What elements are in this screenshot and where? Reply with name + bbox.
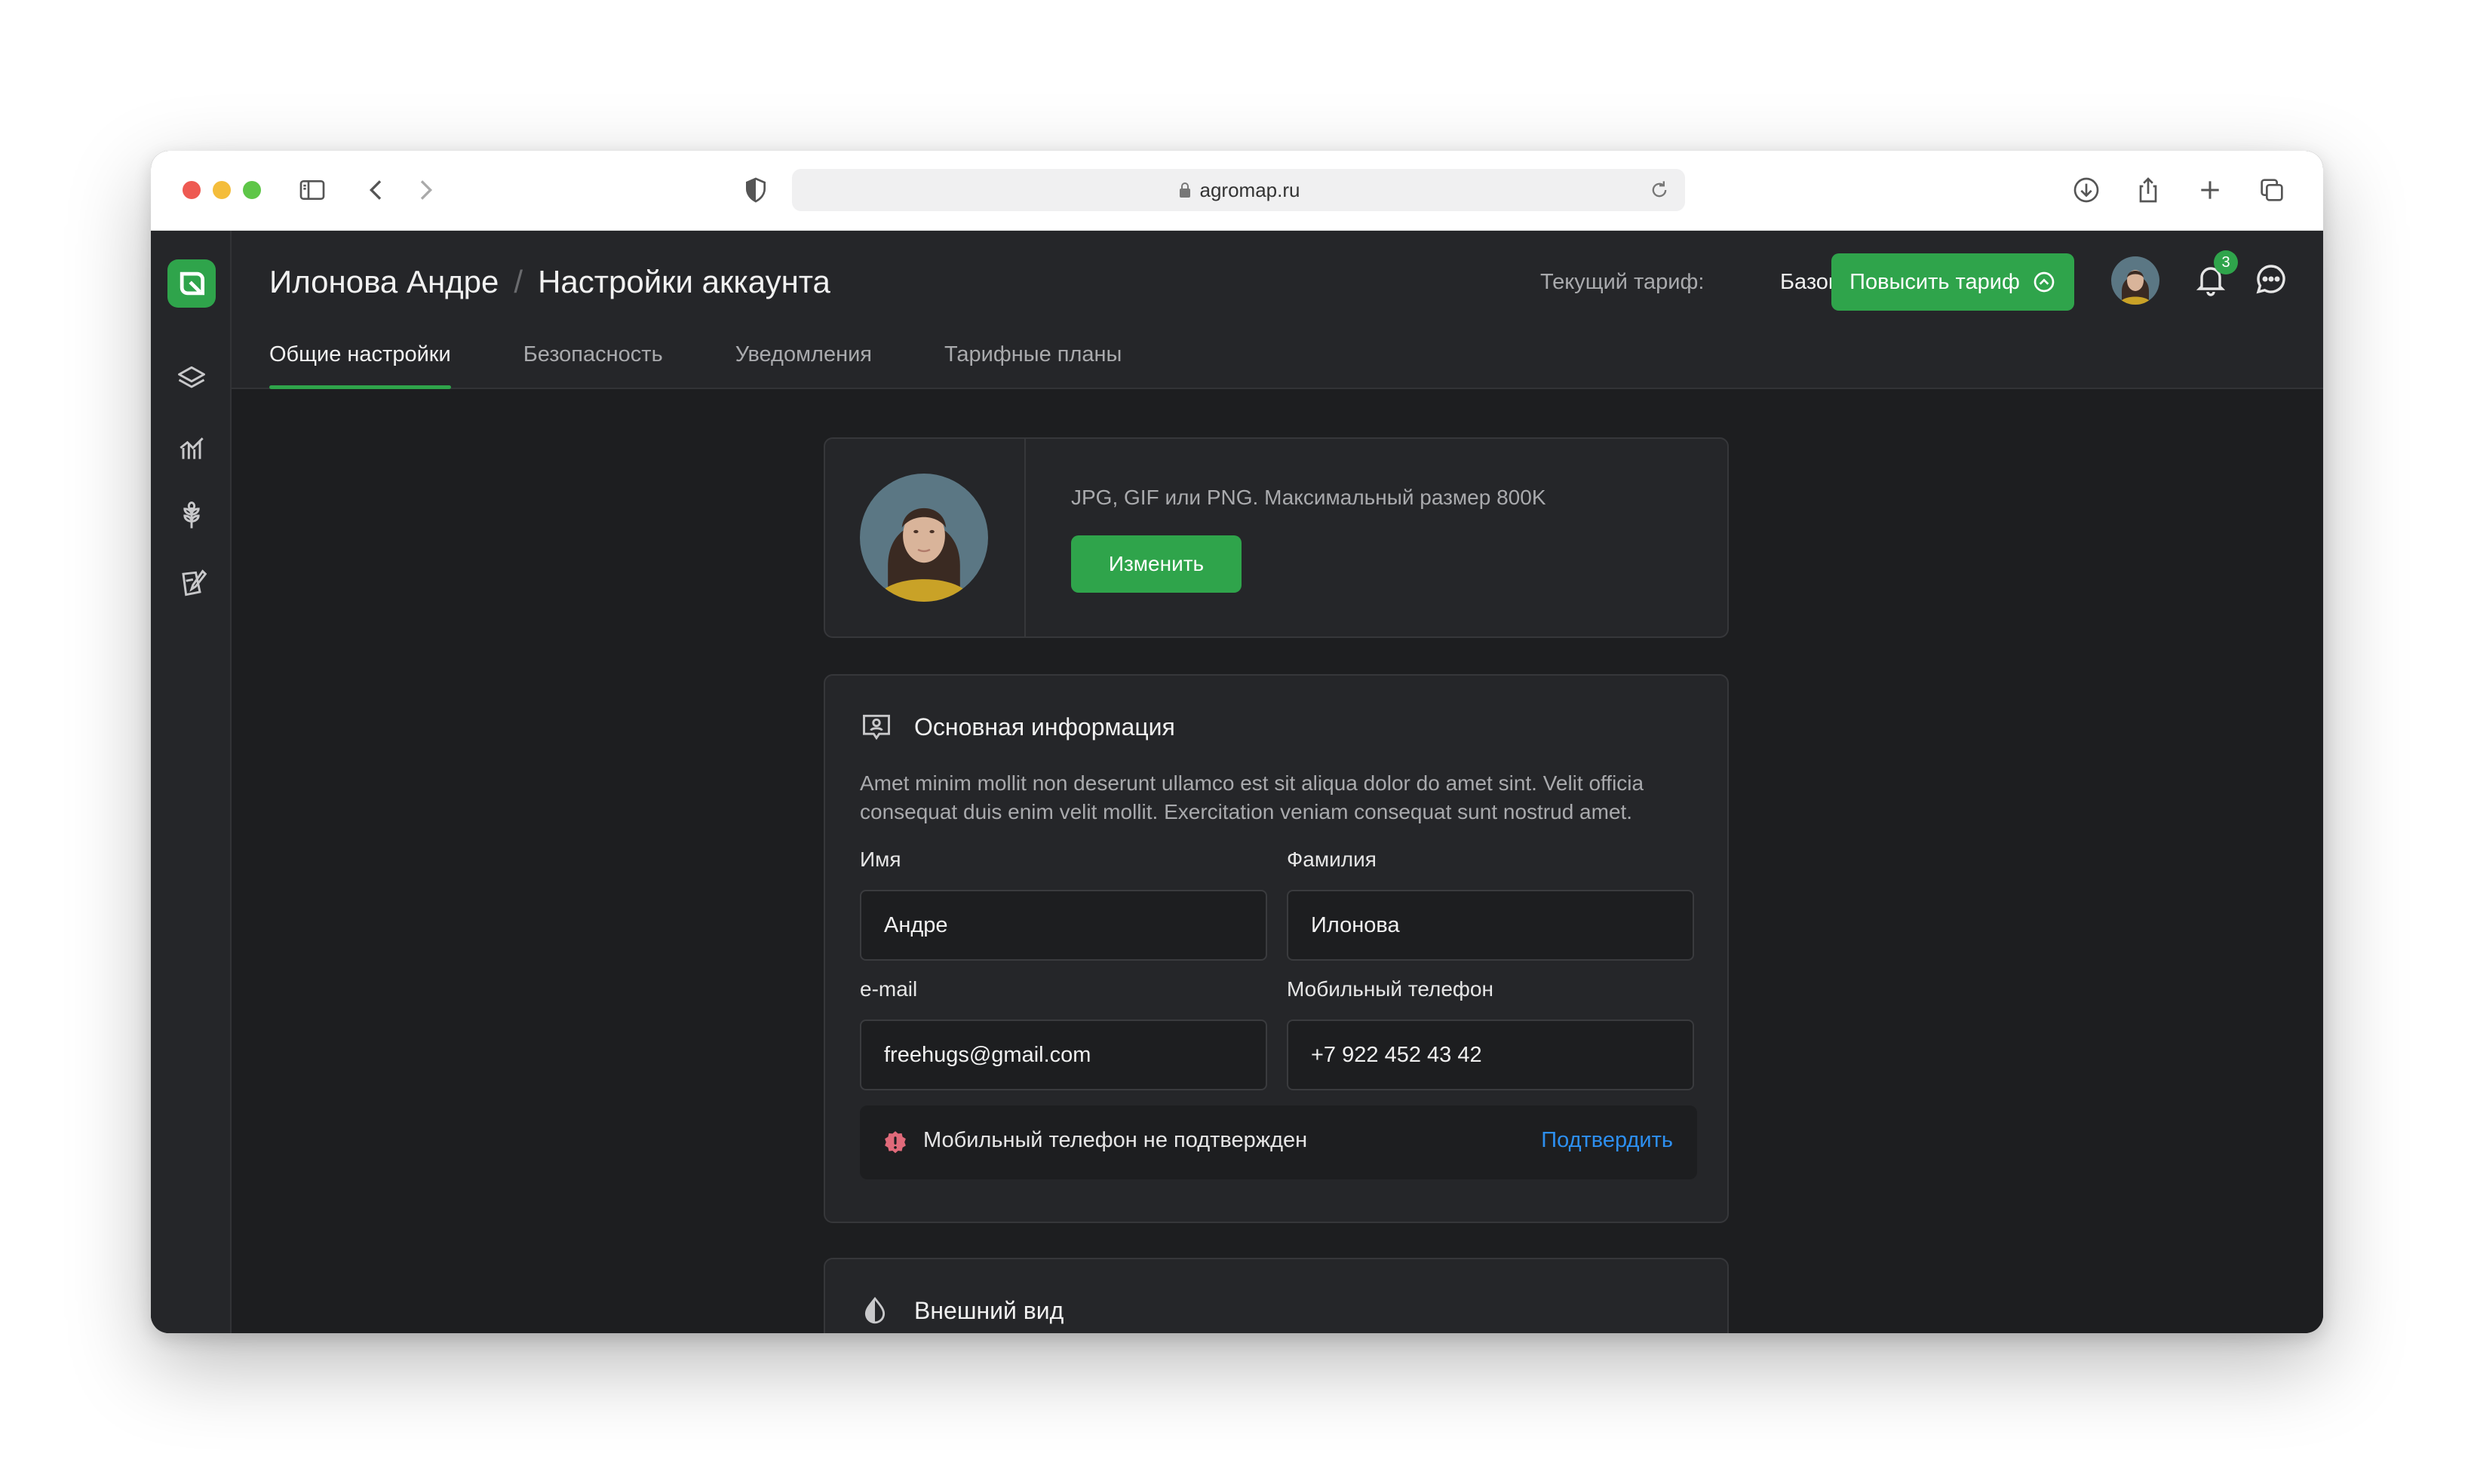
tab-security[interactable]: Безопасность bbox=[523, 342, 663, 389]
last-name-input[interactable] bbox=[1287, 890, 1694, 961]
url-text: agromap.ru bbox=[1199, 178, 1300, 201]
contrast-drop-icon bbox=[864, 1296, 886, 1324]
page-header: Илонова Андре / Настройки аккаунта Текущ… bbox=[232, 231, 2323, 389]
tabs-overview-icon[interactable] bbox=[2254, 172, 2290, 208]
analytics-chart-icon[interactable] bbox=[173, 430, 210, 466]
profile-photo bbox=[860, 474, 988, 602]
phone-unverified-text: Мобильный телефон не подтвержден bbox=[923, 1128, 1308, 1152]
basic-info-title: Основная информация bbox=[914, 713, 1175, 740]
address-bar[interactable]: agromap.ru bbox=[792, 169, 1685, 211]
settings-tabs: Общие настройки Безопасность Уведомления… bbox=[269, 342, 1194, 389]
tab-notifications[interactable]: Уведомления bbox=[735, 342, 872, 389]
new-tab-icon[interactable] bbox=[2192, 172, 2228, 208]
change-photo-button[interactable]: Изменить bbox=[1071, 535, 1242, 593]
user-avatar-image bbox=[2111, 256, 2159, 305]
email-label: e-mail bbox=[860, 977, 918, 1001]
lock-icon bbox=[1179, 182, 1190, 198]
browser-toolbar: agromap.ru bbox=[151, 151, 2323, 231]
plant-icon[interactable] bbox=[173, 498, 210, 534]
first-name-input[interactable] bbox=[860, 890, 1267, 961]
breadcrumb-separator: / bbox=[514, 264, 523, 299]
leaf-logo-icon bbox=[180, 271, 205, 296]
tab-tariff-plans[interactable]: Тарифные планы bbox=[944, 342, 1122, 389]
warning-badge-icon bbox=[885, 1131, 906, 1154]
breadcrumb-user[interactable]: Илонова Андре bbox=[269, 264, 499, 300]
maximize-window-button[interactable] bbox=[243, 181, 261, 199]
photo-divider bbox=[1024, 439, 1026, 636]
share-icon[interactable] bbox=[2130, 172, 2166, 208]
photo-card: JPG, GIF или PNG. Максимальный размер 80… bbox=[824, 437, 1729, 638]
appearance-card: Внешний вид bbox=[824, 1258, 1729, 1333]
photo-hint: JPG, GIF или PNG. Максимальный размер 80… bbox=[1071, 486, 1546, 509]
layers-icon[interactable] bbox=[173, 360, 210, 397]
phone-label: Мобильный телефон bbox=[1287, 977, 1493, 1001]
notifications-badge: 3 bbox=[2214, 250, 2238, 274]
first-name-label: Имя bbox=[860, 848, 901, 871]
appearance-title: Внешний вид bbox=[914, 1297, 1064, 1324]
minimize-window-button[interactable] bbox=[213, 181, 231, 199]
shield-icon[interactable] bbox=[738, 172, 774, 208]
tariff-label: Текущий тариф: bbox=[1540, 270, 1705, 294]
back-arrow-icon[interactable] bbox=[358, 172, 394, 208]
browser-window: agromap.ru Илонова Андре / Настройки акк… bbox=[151, 151, 2323, 1333]
page-title: Настройки аккаунта bbox=[538, 264, 830, 299]
app-logo[interactable] bbox=[167, 259, 216, 308]
upgrade-tariff-button[interactable]: Повысить тариф bbox=[1831, 253, 2074, 311]
close-window-button[interactable] bbox=[183, 181, 201, 199]
notes-edit-icon[interactable] bbox=[173, 566, 210, 602]
app-root: Илонова Андре / Настройки аккаунта Текущ… bbox=[151, 231, 2323, 1333]
forward-arrow-icon[interactable] bbox=[407, 172, 444, 208]
reload-icon[interactable] bbox=[1649, 179, 1670, 201]
basic-info-description: Amet minim mollit non deserunt ullamco e… bbox=[860, 771, 1644, 823]
phone-input[interactable] bbox=[1287, 1019, 1694, 1090]
verify-phone-link[interactable]: Подтвердить bbox=[1541, 1128, 1673, 1153]
download-icon[interactable] bbox=[2068, 172, 2104, 208]
last-name-label: Фамилия bbox=[1287, 848, 1377, 871]
tab-general[interactable]: Общие настройки bbox=[269, 342, 451, 389]
user-card-icon bbox=[863, 714, 890, 740]
sidebar-toggle-icon[interactable] bbox=[294, 172, 330, 208]
profile-photo-image bbox=[860, 474, 988, 602]
email-input[interactable] bbox=[860, 1019, 1267, 1090]
sidebar bbox=[151, 231, 232, 1333]
breadcrumb: Илонова Андре / Настройки аккаунта bbox=[269, 264, 830, 300]
phone-unverified-notice: Мобильный телефон не подтвержден Подтвер… bbox=[860, 1105, 1697, 1179]
upgrade-tariff-label: Повысить тариф bbox=[1849, 269, 2020, 294]
chevron-up-circle-icon bbox=[2034, 271, 2055, 293]
user-avatar[interactable] bbox=[2111, 256, 2159, 305]
basic-info-card: Основная информация Amet minim mollit no… bbox=[824, 674, 1729, 1223]
chat-bubble-icon[interactable] bbox=[2253, 261, 2292, 300]
